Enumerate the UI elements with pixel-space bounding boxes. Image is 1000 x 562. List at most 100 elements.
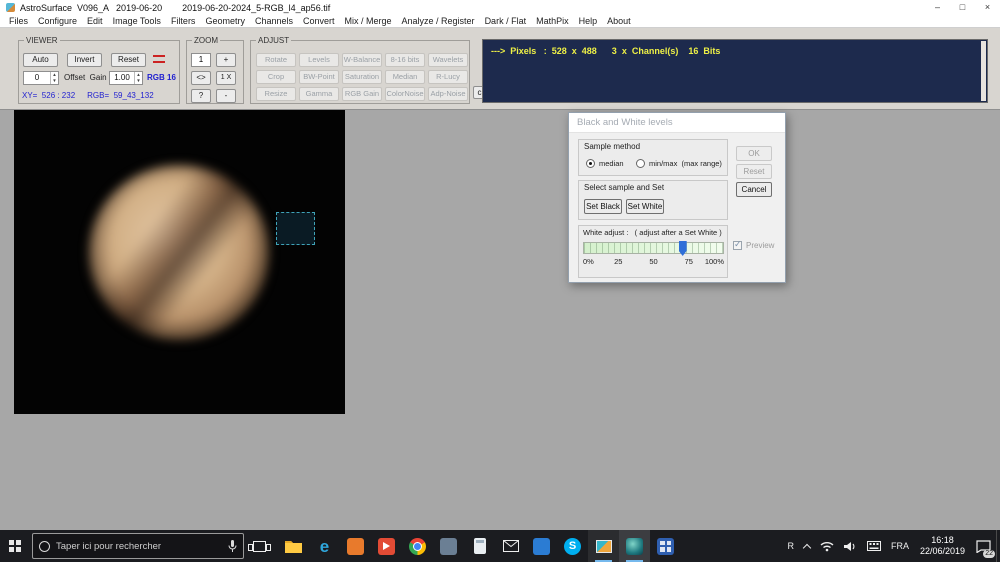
- adjust-button-saturation[interactable]: Saturation: [342, 70, 382, 84]
- taskbar-search[interactable]: [32, 533, 244, 559]
- minimize-button[interactable]: –: [925, 0, 950, 15]
- network-button[interactable]: [815, 530, 839, 562]
- language-indicator[interactable]: FRA: [886, 530, 914, 562]
- app-icon: [6, 3, 15, 12]
- dialog-title[interactable]: Black and White levels: [569, 113, 785, 133]
- menu-files[interactable]: Files: [4, 16, 33, 26]
- zoom-in-button[interactable]: +: [216, 53, 236, 67]
- menu-channels[interactable]: Channels: [250, 16, 298, 26]
- offset-stepper[interactable]: 0 ▲ ▼: [23, 71, 59, 85]
- adjust-button-crop[interactable]: Crop: [256, 70, 296, 84]
- menu-filters[interactable]: Filters: [166, 16, 201, 26]
- viewer-group-label: VIEWER: [24, 36, 60, 45]
- taskbar-icon-app-gray[interactable]: [433, 530, 464, 562]
- taskbar-icon-skype[interactable]: S: [557, 530, 588, 562]
- search-input[interactable]: [56, 540, 222, 552]
- close-button[interactable]: ×: [975, 0, 1000, 15]
- taskbar-icon-file-explorer[interactable]: [278, 530, 309, 562]
- adjust-button-grid: Rotate Levels W-Balance 8-16 bits Wavele…: [256, 53, 468, 101]
- xy-status: XY= 526 : 232: [22, 91, 76, 100]
- adjust-button-colornoise[interactable]: ColorNoise: [385, 87, 425, 101]
- touch-keyboard-button[interactable]: [862, 530, 886, 562]
- jupiter-image: [89, 165, 269, 340]
- adjust-button-bw-point[interactable]: BW-Point: [299, 70, 339, 84]
- viewer-reset-button[interactable]: Reset: [111, 53, 146, 67]
- adjust-button-w-balance[interactable]: W-Balance: [342, 53, 382, 67]
- menu-analyze-register[interactable]: Analyze / Register: [397, 16, 480, 26]
- adjust-button-rotate[interactable]: Rotate: [256, 53, 296, 67]
- minmax-radio[interactable]: [636, 159, 645, 168]
- window-controls: – □ ×: [925, 0, 1000, 15]
- taskbar-icon-app-orange[interactable]: [340, 530, 371, 562]
- rgb-status: RGB= 59_43_132: [87, 91, 154, 100]
- ok-button[interactable]: OK: [736, 146, 772, 161]
- volume-button[interactable]: [839, 530, 862, 562]
- maximize-button[interactable]: □: [950, 0, 975, 15]
- adjust-button-r-lucy[interactable]: R-Lucy: [428, 70, 468, 84]
- menu-convert[interactable]: Convert: [298, 16, 340, 26]
- taskbar-clock[interactable]: 16:18 22/06/2019: [914, 535, 971, 558]
- adjust-button-resize[interactable]: Resize: [256, 87, 296, 101]
- zoom-level-field[interactable]: 1: [191, 53, 211, 67]
- start-button[interactable]: [0, 530, 30, 562]
- tray-app-icon[interactable]: R: [782, 530, 799, 562]
- white-adjust-slider-thumb[interactable]: [678, 241, 687, 256]
- task-view-icon: [247, 540, 271, 552]
- auto-button[interactable]: Auto: [23, 53, 58, 67]
- taskbar-icon-edge[interactable]: e: [309, 530, 340, 562]
- notification-center-button[interactable]: 22: [971, 530, 996, 562]
- white-adjust-slider-track[interactable]: [583, 241, 724, 256]
- menu-edit[interactable]: Edit: [82, 16, 108, 26]
- menu-geometry[interactable]: Geometry: [200, 16, 250, 26]
- median-radio[interactable]: [586, 159, 595, 168]
- adjust-button-levels[interactable]: Levels: [299, 53, 339, 67]
- taskbar-icon-app-blue[interactable]: [526, 530, 557, 562]
- adjust-button-wavelets[interactable]: Wavelets: [428, 53, 468, 67]
- image-canvas[interactable]: [14, 110, 345, 414]
- window-title-filename: 2019-06-20-2024_5-RGB_l4_ap56.tif: [182, 2, 331, 13]
- taskbar-icon-photo-viewer[interactable]: [588, 530, 619, 562]
- sample-selection-rect[interactable]: [276, 212, 315, 245]
- invert-button[interactable]: Invert: [67, 53, 102, 67]
- show-desktop-button[interactable]: [996, 530, 1000, 562]
- adjust-button-8-16-bits[interactable]: 8-16 bits: [385, 53, 425, 67]
- menu-about[interactable]: About: [602, 16, 636, 26]
- adjust-button-median[interactable]: Median: [385, 70, 425, 84]
- tray-expand-button[interactable]: [799, 530, 815, 562]
- taskbar: e: [0, 530, 1000, 562]
- menu-help[interactable]: Help: [574, 16, 603, 26]
- adjust-button-rgb-gain[interactable]: RGB Gain: [342, 87, 382, 101]
- menu-mix-merge[interactable]: Mix / Merge: [340, 16, 397, 26]
- set-white-button[interactable]: Set White: [626, 199, 664, 214]
- adjust-button-gamma[interactable]: Gamma: [299, 87, 339, 101]
- toolbar: VIEWER Auto Invert Reset 0 ▲ ▼ Offset Gai…: [0, 28, 1000, 110]
- info-panel: ---> Pixels : 528 x 488 3 x Channel(s) 1…: [482, 39, 988, 103]
- menu-mathpix[interactable]: MathPix: [531, 16, 574, 26]
- taskbar-icon-media-app[interactable]: [371, 530, 402, 562]
- zoom-1x-button[interactable]: 1 X: [216, 71, 236, 85]
- set-black-button[interactable]: Set Black: [584, 199, 622, 214]
- menu-configure[interactable]: Configure: [33, 16, 82, 26]
- zoom-out-button[interactable]: -: [216, 89, 236, 103]
- zoom-fit-button[interactable]: <>: [191, 71, 211, 85]
- task-view-button[interactable]: [244, 530, 274, 562]
- gain-stepper[interactable]: 1.00 ▲ ▼: [109, 71, 143, 85]
- adjust-button-adp-noise[interactable]: Adp-Noise: [428, 87, 468, 101]
- preview-checkbox[interactable]: ✓: [733, 239, 742, 250]
- cancel-button[interactable]: Cancel: [736, 182, 772, 197]
- menu-dark-flat[interactable]: Dark / Flat: [480, 16, 532, 26]
- zoom-help-button[interactable]: ?: [191, 89, 211, 103]
- offset-stepper-arrows[interactable]: ▲ ▼: [50, 72, 58, 84]
- app-window: AstroSurface V096_A 2019-06-20 2019-06-2…: [0, 0, 1000, 562]
- dialog-reset-button[interactable]: Reset: [736, 164, 772, 179]
- info-scrollbar[interactable]: [981, 41, 986, 101]
- menu-image-tools[interactable]: Image Tools: [108, 16, 166, 26]
- taskbar-icon-app-grid[interactable]: [650, 530, 681, 562]
- taskbar-icon-astrosurface[interactable]: [619, 530, 650, 562]
- blue-app-icon: [533, 537, 550, 555]
- taskbar-icon-calculator[interactable]: [464, 530, 495, 562]
- taskbar-icon-mail[interactable]: [495, 530, 526, 562]
- microphone-icon[interactable]: [228, 539, 237, 553]
- taskbar-icon-chrome[interactable]: [402, 530, 433, 562]
- gain-stepper-arrows[interactable]: ▲ ▼: [134, 72, 142, 84]
